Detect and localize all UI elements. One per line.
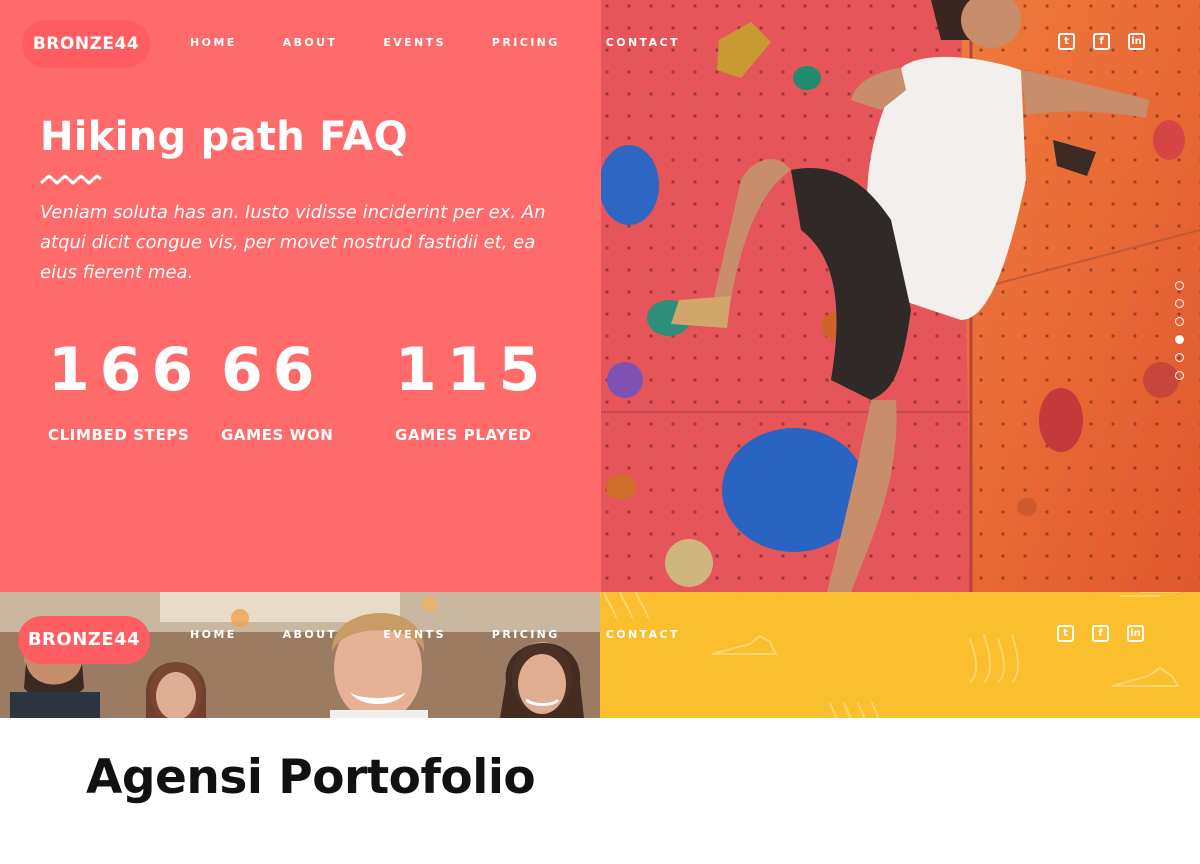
slider-dots [1175,281,1184,389]
nav-home[interactable]: HOME [190,36,237,49]
preview-strip: BRONZE44 HOME ABOUT EVENTS PRICING CONTA… [0,592,1200,718]
bowling-pattern-icon [603,592,1180,718]
slider-dot[interactable] [1175,281,1184,290]
slider-dot[interactable] [1175,299,1184,308]
stat-number: 66 [221,335,325,405]
slider-dot[interactable] [1175,353,1184,362]
social-links: t f in [1058,33,1163,50]
logo-badge[interactable]: BRONZE44 [22,20,150,68]
stat-label: CLIMBED STEPS [48,426,190,444]
facebook-icon[interactable]: f [1092,625,1109,642]
stat-label: GAMES PLAYED [395,426,532,444]
slider-dot-active[interactable] [1175,335,1184,344]
nav-contact[interactable]: CONTACT [606,628,680,641]
hero-coral-panel [0,0,601,592]
yellow-bowling-panel [600,592,1200,718]
nav-events[interactable]: EVENTS [383,628,446,641]
main-nav: HOME ABOUT EVENTS PRICING CONTACT [190,36,726,49]
nav-events[interactable]: EVENTS [383,36,446,49]
twitter-icon[interactable]: t [1057,625,1074,642]
nav-about[interactable]: ABOUT [283,628,338,641]
nav-contact[interactable]: CONTACT [606,36,680,49]
secondary-nav: HOME ABOUT EVENTS PRICING CONTACT [190,628,726,641]
linkedin-icon[interactable]: in [1127,625,1144,642]
hero-title: Hiking path FAQ [40,114,408,160]
stat-label: GAMES WON [221,426,334,444]
stat-games-played: 115 GAMES PLAYED [395,330,550,444]
stat-number: 166 [48,335,204,405]
nav-pricing[interactable]: PRICING [492,36,560,49]
stat-climbed-steps: 166 CLIMBED STEPS [48,330,203,444]
nav-about[interactable]: ABOUT [283,36,338,49]
nav-home[interactable]: HOME [190,628,237,641]
facebook-icon[interactable]: f [1093,33,1110,50]
twitter-icon[interactable]: t [1058,33,1075,50]
portfolio-caption: Agensi Portofolio [86,750,536,805]
logo-badge-secondary[interactable]: BRONZE44 [18,616,150,664]
nav-pricing[interactable]: PRICING [492,628,560,641]
slider-dot[interactable] [1175,317,1184,326]
climbing-wall-photo [601,0,1200,592]
squiggle-divider-icon [40,174,102,185]
stat-number: 115 [395,335,551,405]
social-links-secondary: t f in [1057,625,1162,642]
stat-games-won: 66 GAMES WON [221,330,333,444]
linkedin-icon[interactable]: in [1128,33,1145,50]
slider-dot[interactable] [1175,371,1184,380]
hero-section: BRONZE44 HOME ABOUT EVENTS PRICING CONTA… [0,0,1200,592]
hero-description: Veniam soluta has an. Iusto vidisse inci… [40,202,546,283]
